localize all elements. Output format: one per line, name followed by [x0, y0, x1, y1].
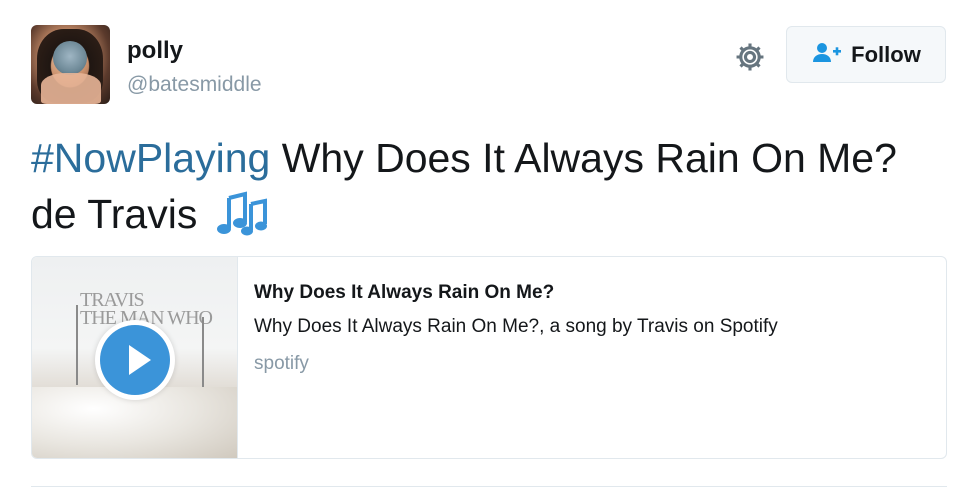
link-card[interactable]: TRAVIS THE MAN WHO Why Does It Always Rai…	[31, 256, 947, 459]
user-handle[interactable]: @batesmiddle	[127, 73, 262, 97]
add-user-icon	[811, 41, 843, 69]
card-domain: spotify	[254, 353, 309, 374]
follow-label: Follow	[851, 41, 921, 67]
gear-icon[interactable]	[733, 40, 767, 74]
musical-notes-icon	[215, 190, 267, 236]
play-triangle	[129, 345, 151, 375]
follow-button[interactable]: Follow	[786, 26, 946, 83]
cover-pole	[202, 317, 204, 387]
user-display-name[interactable]: polly	[127, 37, 183, 65]
hashtag-link[interactable]: #NowPlaying	[31, 135, 270, 181]
card-description: Why Does It Always Rain On Me?, a song b…	[254, 316, 778, 337]
divider	[31, 486, 947, 487]
card-title[interactable]: Why Does It Always Rain On Me?	[254, 282, 554, 304]
avatar-hands	[41, 73, 101, 104]
avatar-face	[53, 41, 87, 75]
cover-pole	[76, 305, 78, 385]
play-icon[interactable]	[95, 320, 175, 400]
avatar[interactable]	[31, 25, 110, 104]
play-button-circle	[100, 325, 170, 395]
tweet-text: #NowPlaying Why Does It Always Rain On M…	[31, 130, 931, 242]
album-cover[interactable]: TRAVIS THE MAN WHO	[32, 257, 238, 458]
